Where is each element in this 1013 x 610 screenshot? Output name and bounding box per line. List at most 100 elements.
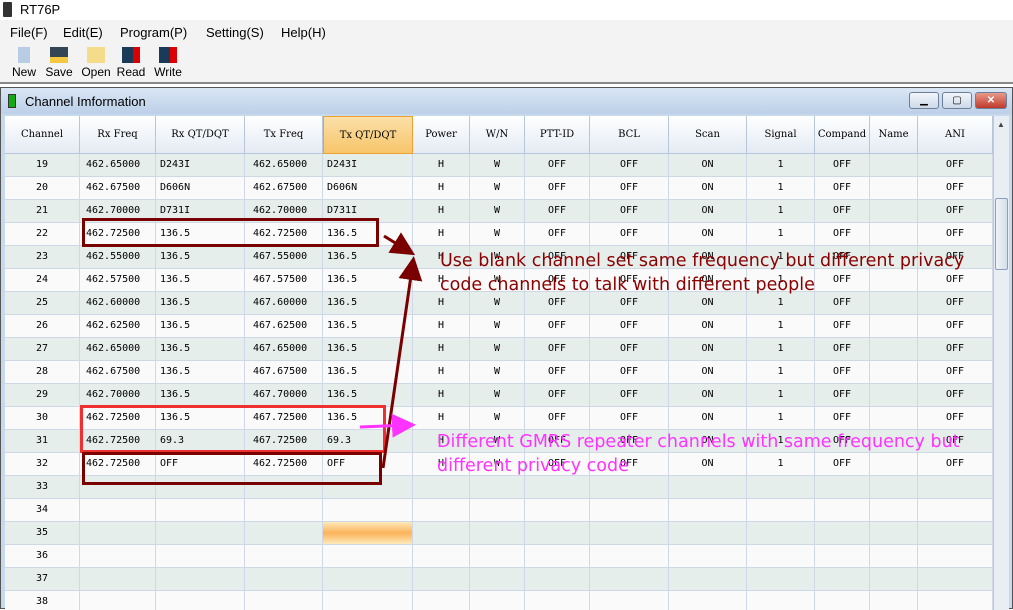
cell-signal[interactable]: 1: [747, 407, 815, 430]
scroll-thumb[interactable]: [995, 198, 1008, 270]
cell-bcl[interactable]: OFF: [590, 154, 669, 177]
cell-tx-freq[interactable]: 467.70000: [245, 384, 323, 407]
cell-scan[interactable]: ON: [669, 200, 747, 223]
cell-power[interactable]: H: [413, 200, 470, 223]
cell-rx-freq[interactable]: 462.65000: [80, 154, 156, 177]
close-button[interactable]: ✕: [975, 92, 1007, 109]
cell-w-n[interactable]: W: [470, 154, 525, 177]
column-header-compand[interactable]: Compand: [815, 116, 870, 154]
cell-rx-freq[interactable]: 462.57500: [80, 269, 156, 292]
cell-ani[interactable]: OFF: [918, 384, 993, 407]
cell-signal[interactable]: [747, 476, 815, 499]
write-button[interactable]: Write: [150, 47, 186, 79]
cell-bcl[interactable]: [590, 568, 669, 591]
cell-tx-qt-dqt[interactable]: 136.5: [323, 338, 413, 361]
cell-signal[interactable]: 1: [747, 315, 815, 338]
cell-signal[interactable]: 1: [747, 200, 815, 223]
cell-rx-qt-dqt[interactable]: 136.5: [156, 269, 245, 292]
cell-signal[interactable]: [747, 522, 815, 545]
cell-ptt-id[interactable]: OFF: [525, 361, 590, 384]
menu-help[interactable]: Help(H): [281, 25, 326, 40]
cell-bcl[interactable]: OFF: [590, 315, 669, 338]
menu-program[interactable]: Program(P): [120, 25, 187, 40]
cell-ptt-id[interactable]: [525, 499, 590, 522]
cell-ptt-id[interactable]: OFF: [525, 154, 590, 177]
cell-scan[interactable]: [669, 568, 747, 591]
cell-rx-qt-dqt[interactable]: 136.5: [156, 246, 245, 269]
cell-tx-freq[interactable]: 467.57500: [245, 269, 323, 292]
cell-compand[interactable]: OFF: [815, 338, 870, 361]
cell-power[interactable]: [413, 591, 470, 610]
cell-w-n[interactable]: W: [470, 407, 525, 430]
cell-w-n[interactable]: W: [470, 338, 525, 361]
cell-compand[interactable]: [815, 522, 870, 545]
save-button[interactable]: Save: [41, 47, 77, 79]
cell-w-n[interactable]: W: [470, 200, 525, 223]
cell-tx-freq[interactable]: 467.55000: [245, 246, 323, 269]
cell-bcl[interactable]: [590, 499, 669, 522]
cell-w-n[interactable]: [470, 591, 525, 610]
cell-compand[interactable]: OFF: [815, 407, 870, 430]
cell-name[interactable]: [870, 568, 918, 591]
cell-rx-qt-dqt[interactable]: [156, 545, 245, 568]
cell-compand[interactable]: OFF: [815, 177, 870, 200]
scroll-up-icon[interactable]: ▲: [997, 120, 1005, 129]
cell-rx-qt-dqt[interactable]: D243I: [156, 154, 245, 177]
cell-rx-freq[interactable]: 462.62500: [80, 315, 156, 338]
cell-tx-freq[interactable]: [245, 568, 323, 591]
cell-power[interactable]: [413, 522, 470, 545]
cell-name[interactable]: [870, 177, 918, 200]
cell-tx-qt-dqt[interactable]: [323, 522, 413, 545]
cell-compand[interactable]: [815, 499, 870, 522]
cell-name[interactable]: [870, 315, 918, 338]
cell-tx-freq[interactable]: 462.67500: [245, 177, 323, 200]
cell-power[interactable]: [413, 568, 470, 591]
cell-tx-qt-dqt[interactable]: 136.5: [323, 246, 413, 269]
cell-compand[interactable]: OFF: [815, 315, 870, 338]
cell-signal[interactable]: [747, 499, 815, 522]
cell-tx-freq[interactable]: 467.62500: [245, 315, 323, 338]
cell-compand[interactable]: [815, 568, 870, 591]
cell-tx-freq[interactable]: [245, 591, 323, 610]
cell-tx-qt-dqt[interactable]: 136.5: [323, 292, 413, 315]
cell-ani[interactable]: OFF: [918, 154, 993, 177]
cell-tx-qt-dqt[interactable]: [323, 568, 413, 591]
cell-ani[interactable]: OFF: [918, 200, 993, 223]
cell-rx-freq[interactable]: 462.55000: [80, 246, 156, 269]
cell-ptt-id[interactable]: [525, 522, 590, 545]
cell-rx-qt-dqt[interactable]: 136.5: [156, 384, 245, 407]
cell-name[interactable]: [870, 522, 918, 545]
cell-w-n[interactable]: [470, 476, 525, 499]
cell-signal[interactable]: 1: [747, 384, 815, 407]
cell-bcl[interactable]: [590, 522, 669, 545]
cell-w-n[interactable]: W: [470, 223, 525, 246]
cell-bcl[interactable]: OFF: [590, 200, 669, 223]
cell-power[interactable]: H: [413, 338, 470, 361]
cell-ani[interactable]: OFF: [918, 361, 993, 384]
cell-w-n[interactable]: W: [470, 361, 525, 384]
menu-edit[interactable]: Edit(E): [63, 25, 103, 40]
cell-power[interactable]: H: [413, 361, 470, 384]
cell-bcl[interactable]: OFF: [590, 361, 669, 384]
cell-bcl[interactable]: [590, 476, 669, 499]
cell-ani[interactable]: OFF: [918, 338, 993, 361]
cell-tx-qt-dqt[interactable]: D606N: [323, 177, 413, 200]
cell-name[interactable]: [870, 407, 918, 430]
cell-ptt-id[interactable]: OFF: [525, 200, 590, 223]
cell-signal[interactable]: 1: [747, 338, 815, 361]
cell-signal[interactable]: [747, 591, 815, 610]
column-header-tx-qt-dqt[interactable]: Tx QT/DQT: [323, 116, 413, 154]
cell-bcl[interactable]: [590, 591, 669, 610]
cell-rx-freq[interactable]: 462.65000: [80, 338, 156, 361]
cell-scan[interactable]: ON: [669, 384, 747, 407]
cell-w-n[interactable]: W: [470, 384, 525, 407]
column-header-bcl[interactable]: BCL: [590, 116, 669, 154]
cell-w-n[interactable]: [470, 545, 525, 568]
cell-compand[interactable]: [815, 545, 870, 568]
cell-scan[interactable]: ON: [669, 315, 747, 338]
cell-bcl[interactable]: OFF: [590, 223, 669, 246]
cell-tx-freq[interactable]: 467.67500: [245, 361, 323, 384]
cell-rx-freq[interactable]: [80, 591, 156, 610]
cell-rx-qt-dqt[interactable]: 136.5: [156, 338, 245, 361]
cell-scan[interactable]: ON: [669, 338, 747, 361]
